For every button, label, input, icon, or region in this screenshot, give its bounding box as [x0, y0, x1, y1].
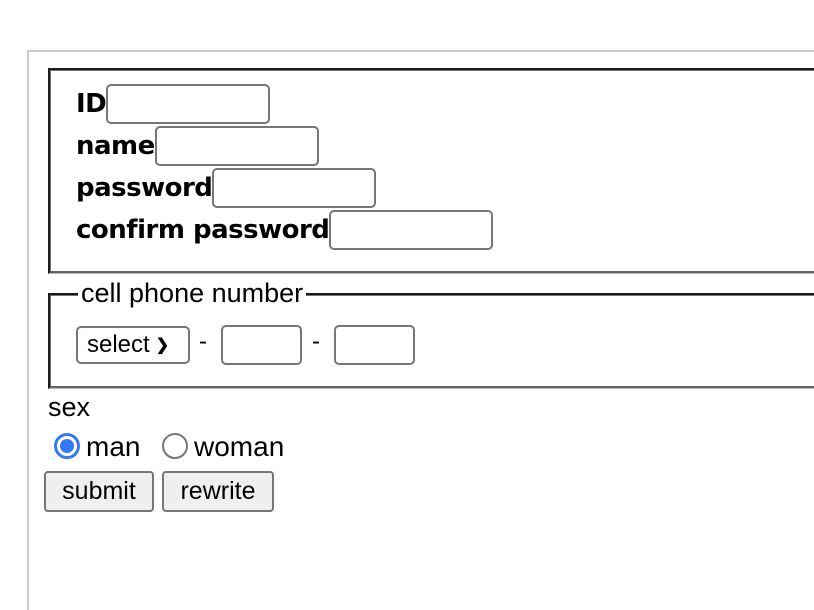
sex-label: sex: [48, 392, 91, 422]
rewrite-button[interactable]: rewrite: [162, 471, 274, 512]
phone-separator: -: [312, 328, 320, 355]
id-row: ID: [76, 84, 271, 124]
phone-separator: -: [199, 328, 207, 355]
id-label: ID: [76, 89, 107, 119]
phone-last-input[interactable]: [334, 325, 415, 365]
radio-woman-label[interactable]: woman: [194, 432, 284, 462]
confirm-password-input[interactable]: [329, 210, 494, 250]
phone-prefix-value: select: [87, 331, 150, 358]
radio-woman[interactable]: [162, 433, 188, 459]
phone-middle-input[interactable]: [221, 325, 302, 365]
phone-legend: cell phone number: [78, 278, 307, 308]
radio-man-label[interactable]: man: [86, 432, 140, 462]
name-row: name: [76, 126, 319, 166]
chevron-down-icon: ❯: [155, 337, 170, 354]
name-input[interactable]: [154, 126, 319, 166]
confirm-password-row: confirm password: [76, 210, 494, 250]
confirm-password-label: confirm password: [76, 215, 330, 245]
radio-man[interactable]: [54, 433, 80, 459]
password-row: password: [76, 168, 377, 208]
name-label: name: [76, 131, 155, 161]
id-input[interactable]: [106, 84, 271, 124]
submit-button[interactable]: submit: [44, 471, 154, 512]
password-input[interactable]: [212, 168, 377, 208]
phone-prefix-select[interactable]: select ❯: [76, 326, 190, 364]
password-label: password: [76, 173, 213, 203]
